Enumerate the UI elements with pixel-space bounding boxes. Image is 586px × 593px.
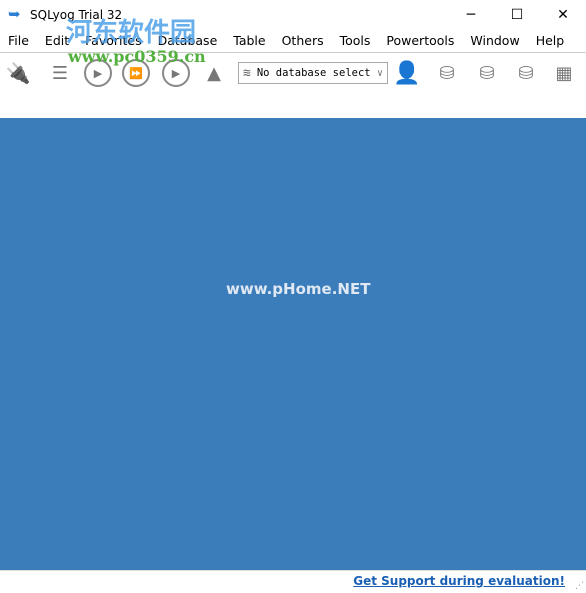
- sqlyog-logo-icon: ➥: [8, 5, 21, 23]
- menu-file[interactable]: File: [0, 30, 37, 52]
- database-icon: ≋: [243, 65, 251, 81]
- chevron-down-icon: ∨: [376, 67, 383, 79]
- copy-database-icon[interactable]: ⛁: [512, 59, 540, 87]
- database-select[interactable]: ≋ No database select ∨: [238, 62, 388, 84]
- resize-grip-icon[interactable]: ⋰: [575, 581, 584, 591]
- user-manager-icon[interactable]: 👤: [393, 59, 421, 87]
- menu-others[interactable]: Others: [274, 30, 332, 52]
- watermark-pc0359: www.pc0359.cn: [68, 47, 206, 66]
- watermark-phome: www.pHome.NET: [226, 280, 371, 298]
- main-workspace: www.pHome.NET: [0, 118, 586, 570]
- watermark-cn: 河东软件园: [66, 18, 197, 48]
- backup-database-icon[interactable]: ⛁: [433, 59, 461, 87]
- maximize-button[interactable]: ☐: [494, 0, 540, 30]
- close-button[interactable]: ✕: [540, 0, 586, 30]
- menu-help[interactable]: Help: [528, 30, 573, 52]
- new-connection-icon[interactable]: 🔌: [4, 59, 32, 87]
- menu-table[interactable]: Table: [225, 30, 273, 52]
- menu-powertools[interactable]: Powertools: [378, 30, 462, 52]
- database-select-value: No database select: [256, 67, 371, 79]
- import-table-icon[interactable]: ▦: [550, 59, 578, 87]
- status-bar: Get Support during evaluation! ⋰: [0, 570, 586, 593]
- minimize-button[interactable]: ─: [448, 0, 494, 30]
- get-support-link[interactable]: Get Support during evaluation!: [353, 574, 565, 588]
- restore-database-icon[interactable]: ⛁: [473, 59, 501, 87]
- menu-window[interactable]: Window: [462, 30, 527, 52]
- menu-tools[interactable]: Tools: [332, 30, 379, 52]
